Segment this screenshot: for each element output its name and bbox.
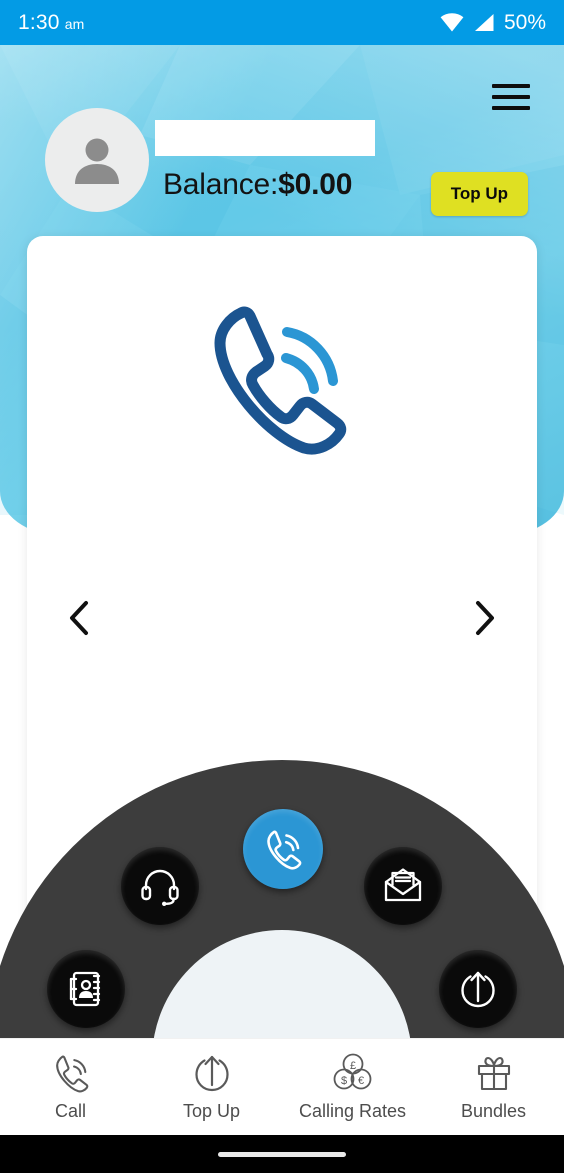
status-time: 1:30 am xyxy=(18,11,85,35)
slide-hero-icon-wrap xyxy=(27,296,537,472)
radial-item-call[interactable] xyxy=(243,809,323,889)
username-redacted-field[interactable] xyxy=(155,120,375,156)
svg-text:$: $ xyxy=(340,1075,346,1087)
radial-item-topup[interactable] xyxy=(439,950,517,1028)
phone-call-icon xyxy=(214,306,347,455)
radial-item-messages[interactable] xyxy=(364,847,442,925)
power-up-arrow-icon xyxy=(461,971,495,1008)
status-bar: 1:30 am 50% xyxy=(0,0,564,45)
nav-item-call[interactable]: Call xyxy=(0,1052,141,1122)
coins-currency-icon: £ $ € xyxy=(333,1053,371,1090)
nav-label-topup: Top Up xyxy=(182,1101,241,1121)
gesture-pill[interactable] xyxy=(218,1151,346,1157)
menu-bar-2 xyxy=(492,95,530,99)
avatar[interactable] xyxy=(45,108,149,212)
person-avatar-icon xyxy=(75,138,119,184)
hamburger-menu-icon[interactable] xyxy=(492,77,536,117)
status-indicators: 50% xyxy=(440,11,546,35)
radial-menu xyxy=(0,760,564,1058)
nav-item-calling-rates[interactable]: £ $ € Calling Rates xyxy=(282,1052,423,1122)
nav-label-call: Call xyxy=(54,1101,86,1121)
chevron-left-icon xyxy=(70,601,88,635)
gift-box-icon xyxy=(477,1056,510,1091)
balance-amount: $0.00 xyxy=(278,168,353,201)
menu-bar-3 xyxy=(492,106,530,110)
nav-item-bundles[interactable]: Bundles xyxy=(423,1052,564,1122)
status-time-ampm: am xyxy=(64,15,85,32)
phone-call-icon xyxy=(55,1055,88,1093)
status-time-value: 1:30 xyxy=(18,10,60,34)
phone-call-icon xyxy=(267,830,302,870)
balance-display: Balance:$0.00 xyxy=(163,168,352,202)
svg-text:€: € xyxy=(357,1075,363,1087)
radial-item-support[interactable] xyxy=(121,847,199,925)
wifi-icon xyxy=(440,13,464,32)
carousel-next-button[interactable] xyxy=(465,598,505,638)
topup-button[interactable]: Top Up xyxy=(430,172,528,216)
nav-label-bundles: Bundles xyxy=(460,1101,527,1121)
headset-icon xyxy=(141,869,179,906)
svg-text:£: £ xyxy=(349,1060,355,1072)
chevron-right-icon xyxy=(476,601,494,635)
open-envelope-icon xyxy=(384,868,422,902)
battery-percent-label: 50% xyxy=(503,10,546,34)
address-book-icon xyxy=(69,971,101,1007)
balance-label: Balance: xyxy=(163,168,279,201)
nav-item-topup[interactable]: Top Up xyxy=(141,1052,282,1122)
bottom-navigation: Call Top Up £ $ € Calling Rates Bundles xyxy=(0,1038,564,1135)
radial-item-contacts[interactable] xyxy=(47,950,125,1028)
power-up-arrow-icon xyxy=(194,1055,229,1092)
carousel-prev-button[interactable] xyxy=(59,598,99,638)
app-screen: 1:30 am 50% Balance:$0.00 Top Up Call To… xyxy=(0,0,564,1173)
nav-label-calling-rates: Calling Rates xyxy=(298,1101,407,1121)
gesture-navigation-bar xyxy=(0,1135,564,1173)
cellular-signal-icon xyxy=(474,14,494,31)
menu-bar-1 xyxy=(492,84,530,88)
